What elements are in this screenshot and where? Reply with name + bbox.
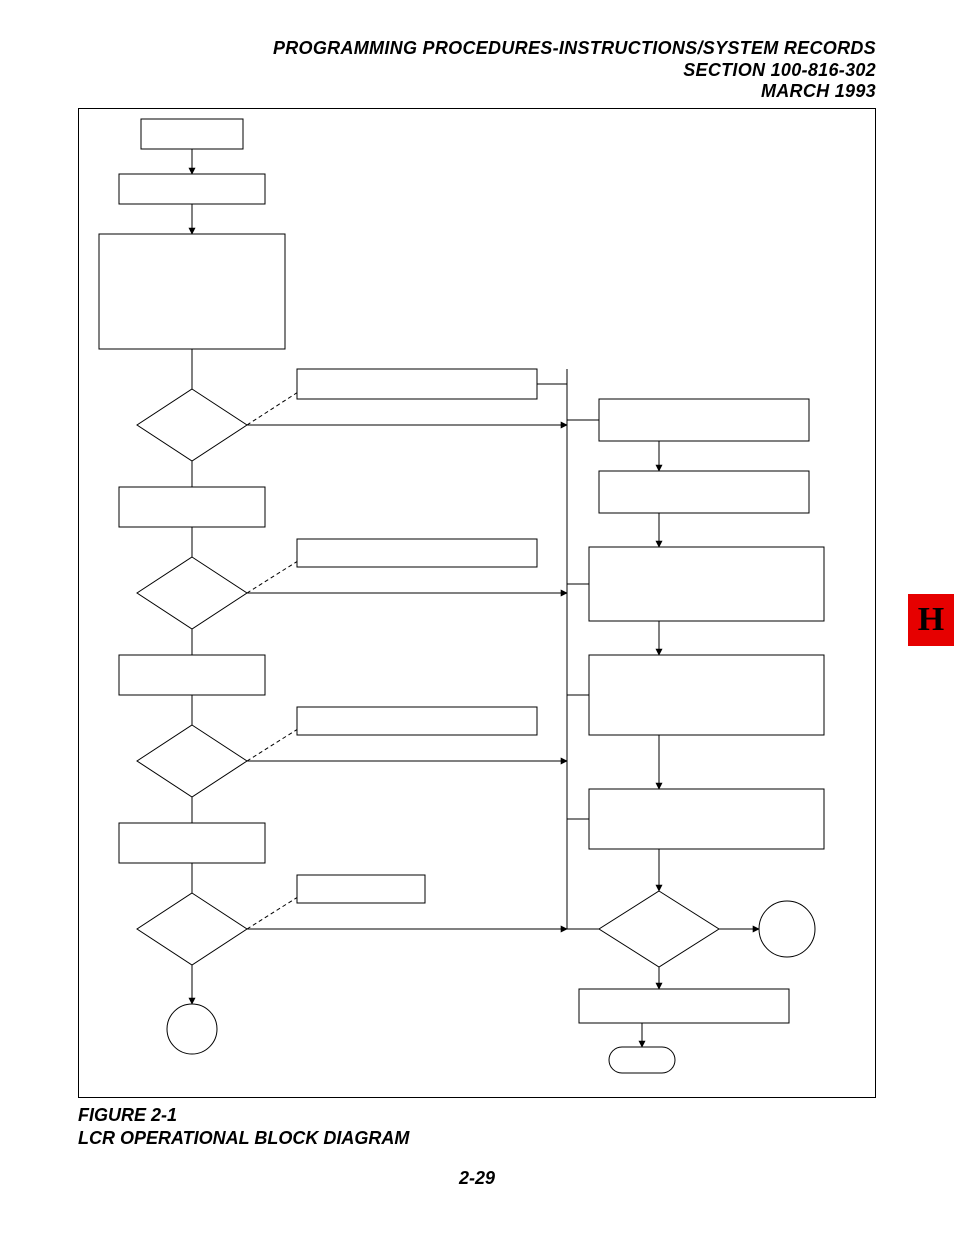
node-n2 [119,174,265,204]
caption-title: LCR OPERATIONAL BLOCK DIAGRAM [78,1127,409,1150]
node-r6 [579,989,789,1023]
node-a1 [297,369,537,399]
node-n4 [119,487,265,527]
node-r3 [589,547,824,621]
node-a2 [297,539,537,567]
section-tab: H [908,594,954,646]
node-a3 [297,707,537,735]
node-r2 [599,471,809,513]
node-d1 [137,389,247,461]
node-r4 [589,655,824,735]
edge-a1-bus [537,384,567,399]
node-a4 [297,875,425,903]
flowchart-svg [79,109,875,1097]
node-rt [609,1047,675,1073]
header-section: SECTION 100-816-302 [273,60,876,82]
page-number: 2-29 [0,1168,954,1189]
node-n3 [99,234,285,349]
header-title: PROGRAMMING PROCEDURES-INSTRUCTIONS/SYST… [273,38,876,60]
node-d2 [137,557,247,629]
caption-number: FIGURE 2-1 [78,1104,409,1127]
figure-caption: FIGURE 2-1 LCR OPERATIONAL BLOCK DIAGRAM [78,1104,409,1149]
node-n6 [119,823,265,863]
node-d3 [137,725,247,797]
node-r5 [589,789,824,849]
node-r1 [599,399,809,441]
node-c1 [167,1004,217,1054]
page-header: PROGRAMMING PROCEDURES-INSTRUCTIONS/SYST… [273,38,876,103]
node-rc [759,901,815,957]
node-d4 [137,893,247,965]
header-date: MARCH 1993 [273,81,876,103]
node-n5 [119,655,265,695]
node-rd [599,891,719,967]
figure-frame [78,108,876,1098]
node-n1 [141,119,243,149]
